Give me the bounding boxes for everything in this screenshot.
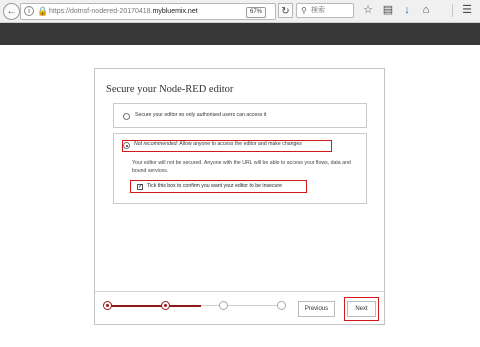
info-icon[interactable]: i [24, 6, 34, 16]
confirm-row[interactable]: ✓ Tick this box to confirm you want your… [130, 180, 307, 193]
progress-stepper [103, 301, 293, 311]
reading-list-icon[interactable]: ▤ [381, 3, 395, 18]
step-4 [277, 301, 286, 310]
app-header [0, 23, 480, 45]
back-icon[interactable]: ← [3, 3, 20, 20]
footer-divider [95, 291, 384, 292]
radio-secure[interactable] [123, 113, 130, 120]
option-secure-label: Secure your editor so only authorised us… [135, 112, 267, 118]
star-icon[interactable]: ☆ [361, 3, 375, 18]
warning-text: Your editor will not be secured. Anyone … [132, 160, 351, 174]
url-host: mybluemix.net [152, 8, 198, 15]
previous-button[interactable]: Previous [298, 301, 335, 317]
menu-icon[interactable]: ☰ [460, 3, 474, 18]
url-prefix: https://dotnsf-nodered-20170418. [49, 8, 153, 15]
option-open-label: Not recommended: Allow anyone to access … [134, 140, 302, 148]
search-input[interactable]: ⚲ 検索 [296, 3, 354, 18]
url-text[interactable]: https://dotnsf-nodered-20170418.mybluemi… [49, 4, 198, 19]
option-open[interactable]: Not recommended: Allow anyone to access … [113, 133, 367, 204]
step-line-pending [201, 305, 285, 306]
zoom-badge[interactable]: 67% [246, 7, 267, 18]
setup-dialog: Secure your Node-RED editor Secure your … [94, 68, 385, 325]
lock-icon: 🔒 [37, 6, 49, 16]
browser-toolbar: ← i 🔒 https://dotnsf-nodered-20170418.my… [0, 0, 480, 23]
toolbar-divider [452, 4, 453, 17]
step-2 [161, 301, 170, 310]
option-secure[interactable]: Secure your editor so only authorised us… [113, 103, 367, 128]
search-icon: ⚲ [301, 6, 307, 15]
download-icon[interactable]: ↓ [400, 3, 414, 18]
step-3 [219, 301, 228, 310]
radio-open[interactable] [123, 142, 130, 149]
home-icon[interactable]: ⌂ [419, 3, 433, 18]
step-1 [103, 301, 112, 310]
radio-selected-dot [125, 144, 128, 147]
confirm-label: Tick this box to confirm you want your e… [147, 183, 283, 189]
reload-icon[interactable]: ↻ [278, 3, 293, 18]
option-open-text: Allow anyone to access the editor and ma… [178, 141, 302, 147]
confirm-checkbox[interactable]: ✓ [137, 184, 143, 190]
not-recommended-label: Not recommended: [134, 141, 179, 147]
url-bar[interactable]: i 🔒 https://dotnsf-nodered-20170418.mybl… [20, 3, 276, 20]
dialog-title: Secure your Node-RED editor [106, 84, 234, 95]
next-button[interactable]: Next [347, 301, 376, 317]
search-placeholder: 検索 [311, 7, 325, 14]
step-line-complete [107, 305, 201, 307]
